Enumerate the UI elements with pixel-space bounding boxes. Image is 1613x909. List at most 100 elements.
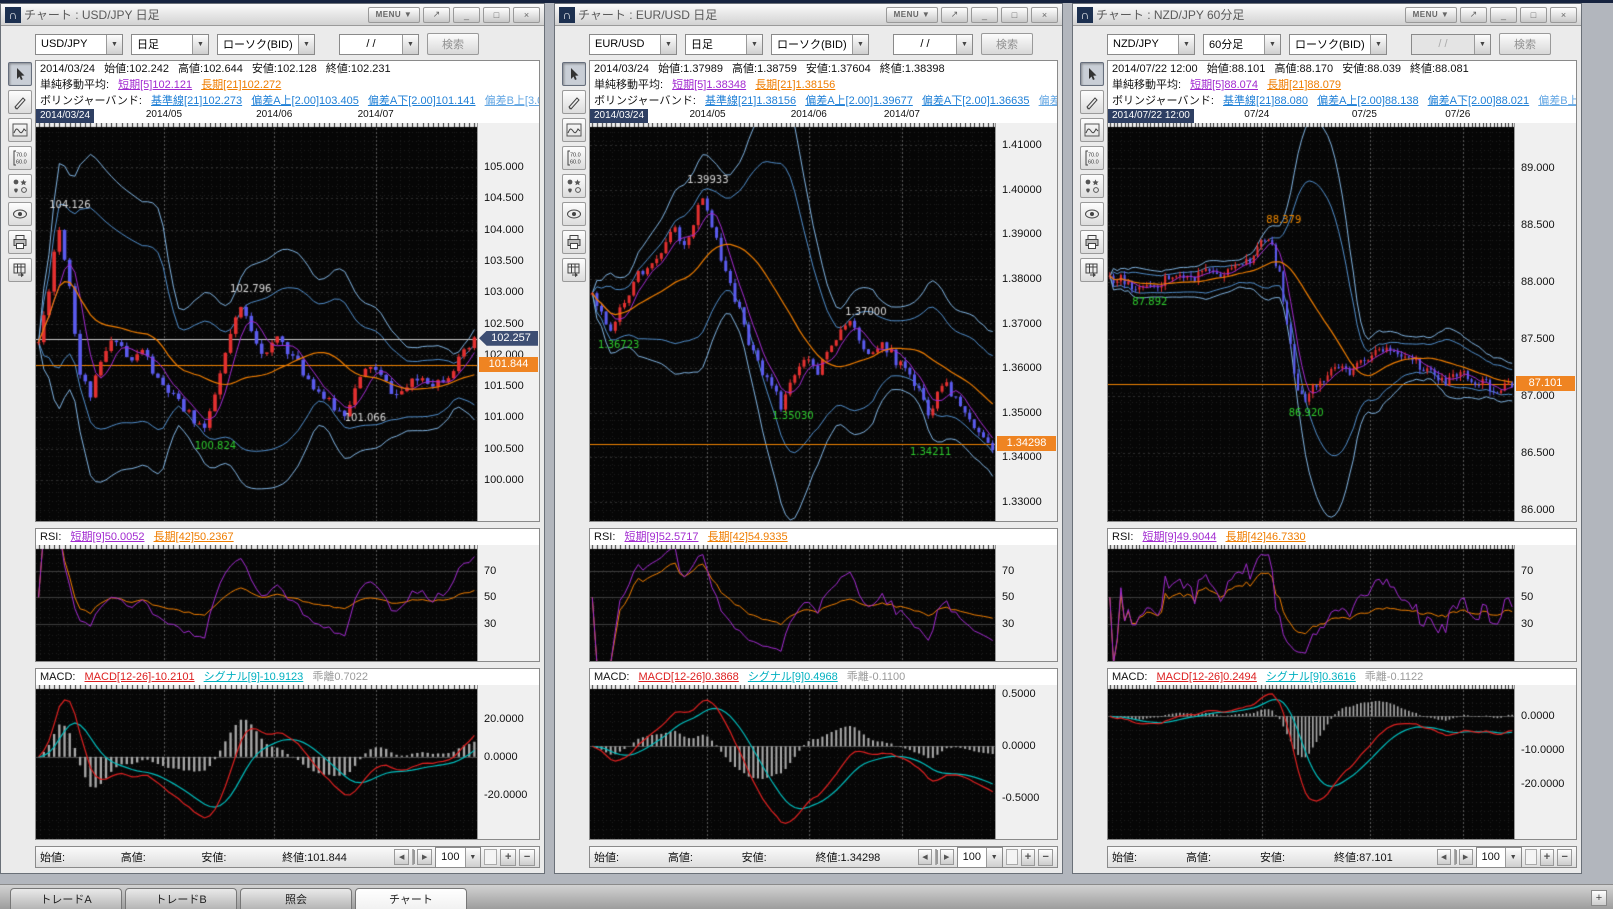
minimize-button[interactable]: _ bbox=[453, 7, 480, 23]
date-input[interactable]: / / ▼ bbox=[893, 34, 973, 55]
zoom-in-button[interactable]: + bbox=[1021, 849, 1036, 866]
chevron-down-icon[interactable]: ▼ bbox=[192, 35, 208, 54]
bb-upper-a-value[interactable]: 偏差A上[2.00]103.405 bbox=[251, 95, 359, 107]
chevron-down-icon[interactable]: ▼ bbox=[1178, 35, 1194, 54]
print-button[interactable] bbox=[8, 230, 32, 254]
tab-inquiry[interactable]: 照会 bbox=[240, 888, 352, 909]
macd-signal-value[interactable]: シグナル[9]-10.9123 bbox=[204, 671, 304, 683]
chevron-down-icon[interactable]: ▼ bbox=[1474, 35, 1490, 54]
maximize-button[interactable]: □ bbox=[1001, 7, 1028, 23]
chevron-down-icon[interactable]: ▼ bbox=[852, 35, 868, 54]
timeframe-select[interactable]: 日足 ▼ bbox=[685, 34, 763, 55]
bb-upper-a-value[interactable]: 偏差A上[2.00]1.39677 bbox=[805, 95, 913, 107]
scale-tool-button[interactable]: 70.060.0 bbox=[1080, 146, 1104, 170]
pointer-tool-button[interactable] bbox=[8, 62, 32, 86]
sma-long-value[interactable]: 長期[21]1.38156 bbox=[755, 79, 835, 91]
rsi-long-value[interactable]: 長期[42]50.2367 bbox=[154, 531, 234, 543]
bb-lower-a-value[interactable]: 偏差A下[2.00]88.021 bbox=[1428, 95, 1530, 107]
macd-signal-value[interactable]: シグナル[9]0.4968 bbox=[748, 671, 838, 683]
candlestick-chart[interactable] bbox=[590, 123, 995, 521]
tab-trade-a[interactable]: トレードA bbox=[10, 888, 122, 909]
bb-center-value[interactable]: 基準線[21]102.273 bbox=[151, 95, 242, 107]
bb-center-value[interactable]: 基準線[21]1.38156 bbox=[705, 95, 796, 107]
macd-signal-value[interactable]: シグナル[9]0.3616 bbox=[1266, 671, 1356, 683]
scrollbar-thumb[interactable] bbox=[1455, 850, 1457, 864]
minimize-button[interactable]: _ bbox=[1490, 7, 1517, 23]
bar-count-select[interactable]: 100 ▼ bbox=[1476, 847, 1522, 868]
currency-pair-select[interactable]: NZD/JPY ▼ bbox=[1107, 34, 1195, 55]
bb-upper-b-value[interactable]: 偏差B上[3 bbox=[1538, 95, 1576, 107]
rsi-long-value[interactable]: 長期[42]46.7330 bbox=[1226, 531, 1306, 543]
currency-pair-select[interactable]: USD/JPY ▼ bbox=[35, 34, 123, 55]
close-button[interactable]: × bbox=[1031, 7, 1058, 23]
timeframe-select[interactable]: 60分足 ▼ bbox=[1203, 34, 1281, 55]
sma-short-value[interactable]: 短期[5]88.074 bbox=[1190, 79, 1258, 91]
maximize-button[interactable]: □ bbox=[483, 7, 510, 23]
print-button[interactable] bbox=[1080, 230, 1104, 254]
macd-chart[interactable] bbox=[590, 685, 995, 839]
scrollbar-thumb[interactable] bbox=[413, 850, 415, 864]
chart-scrollbar[interactable] bbox=[412, 849, 414, 865]
print-button[interactable] bbox=[562, 230, 586, 254]
bb-lower-a-value[interactable]: 偏差A下[2.00]101.141 bbox=[368, 95, 476, 107]
shapes-tool-button[interactable] bbox=[8, 174, 32, 198]
chart-scrollbar[interactable] bbox=[935, 849, 937, 865]
sma-long-value[interactable]: 長期[21]88.079 bbox=[1267, 79, 1341, 91]
indicator-tool-button[interactable] bbox=[562, 118, 586, 142]
chart-scrollbar[interactable] bbox=[1454, 849, 1456, 865]
shapes-tool-button[interactable] bbox=[1080, 174, 1104, 198]
chart-style-select[interactable]: ローソク(BID) ▼ bbox=[217, 34, 315, 55]
macd-value[interactable]: MACD[12-26]-10.2101 bbox=[85, 671, 195, 683]
visibility-tool-button[interactable] bbox=[1080, 202, 1104, 226]
save-chart-button[interactable] bbox=[8, 258, 32, 282]
indicator-tool-button[interactable] bbox=[8, 118, 32, 142]
search-button[interactable]: 検索 bbox=[427, 33, 479, 55]
visibility-tool-button[interactable] bbox=[562, 202, 586, 226]
bb-upper-b-value[interactable]: 偏差B上[3.00]103 bbox=[485, 95, 539, 107]
close-button[interactable]: × bbox=[513, 7, 540, 23]
price-axis[interactable]: 105.000104.500104.000103.500103.000102.5… bbox=[477, 123, 539, 521]
bar-count-select[interactable]: 100 ▼ bbox=[435, 847, 481, 868]
indicator-tool-button[interactable] bbox=[1080, 118, 1104, 142]
scale-tool-button[interactable]: 70.060.0 bbox=[8, 146, 32, 170]
menu-button[interactable]: MENU ▼ bbox=[368, 7, 420, 23]
sma-long-value[interactable]: 長期[21]102.272 bbox=[201, 79, 281, 91]
chart-style-select[interactable]: ローソク(BID) ▼ bbox=[771, 34, 869, 55]
popout-button[interactable]: ↗ bbox=[941, 7, 968, 23]
sma-short-value[interactable]: 短期[5]102.121 bbox=[118, 79, 192, 91]
rsi-short-value[interactable]: 短期[9]52.5717 bbox=[624, 531, 698, 543]
macd-value[interactable]: MACD[12-26]0.2494 bbox=[1157, 671, 1257, 683]
scroll-left-button[interactable]: ◀ bbox=[394, 849, 409, 865]
rsi-long-value[interactable]: 長期[42]54.9335 bbox=[708, 531, 788, 543]
macd-chart[interactable] bbox=[1108, 685, 1514, 839]
search-button[interactable]: 検索 bbox=[981, 33, 1033, 55]
price-axis[interactable]: 89.00088.50088.00087.50087.00086.50086.0… bbox=[1514, 123, 1576, 521]
chevron-down-icon[interactable]: ▼ bbox=[298, 35, 314, 54]
draw-tool-button[interactable] bbox=[8, 90, 32, 114]
chevron-down-icon[interactable]: ▼ bbox=[956, 35, 972, 54]
rsi-short-value[interactable]: 短期[9]49.9044 bbox=[1142, 531, 1216, 543]
macd-value[interactable]: MACD[12-26]0.3868 bbox=[639, 671, 739, 683]
tab-trade-b[interactable]: トレードB bbox=[125, 888, 237, 909]
chevron-down-icon[interactable]: ▼ bbox=[746, 35, 762, 54]
price-axis[interactable]: 1.410001.400001.390001.380001.370001.360… bbox=[995, 123, 1057, 521]
chevron-down-icon[interactable]: ▼ bbox=[106, 35, 122, 54]
scroll-left-button[interactable]: ◀ bbox=[918, 849, 932, 865]
chevron-down-icon[interactable]: ▼ bbox=[660, 35, 676, 54]
tab-chart[interactable]: チャート bbox=[355, 888, 467, 909]
candlestick-chart[interactable] bbox=[1108, 123, 1514, 521]
chevron-down-icon[interactable]: ▼ bbox=[465, 848, 481, 867]
chevron-down-icon[interactable]: ▼ bbox=[402, 35, 418, 54]
shapes-tool-button[interactable] bbox=[562, 174, 586, 198]
chevron-down-icon[interactable]: ▼ bbox=[1370, 35, 1386, 54]
bb-upper-a-value[interactable]: 偏差A上[2.00]88.138 bbox=[1317, 95, 1419, 107]
bb-lower-a-value[interactable]: 偏差A下[2.00]1.36635 bbox=[922, 95, 1030, 107]
zoom-out-button[interactable]: − bbox=[1557, 849, 1572, 866]
close-button[interactable]: × bbox=[1550, 7, 1577, 23]
maximize-button[interactable]: □ bbox=[1520, 7, 1547, 23]
minimize-button[interactable]: _ bbox=[971, 7, 998, 23]
candlestick-chart[interactable] bbox=[36, 123, 477, 521]
sma-short-value[interactable]: 短期[5]1.38348 bbox=[672, 79, 746, 91]
rsi-short-value[interactable]: 短期[9]50.0052 bbox=[70, 531, 144, 543]
scrollbar-thumb[interactable] bbox=[936, 850, 938, 864]
